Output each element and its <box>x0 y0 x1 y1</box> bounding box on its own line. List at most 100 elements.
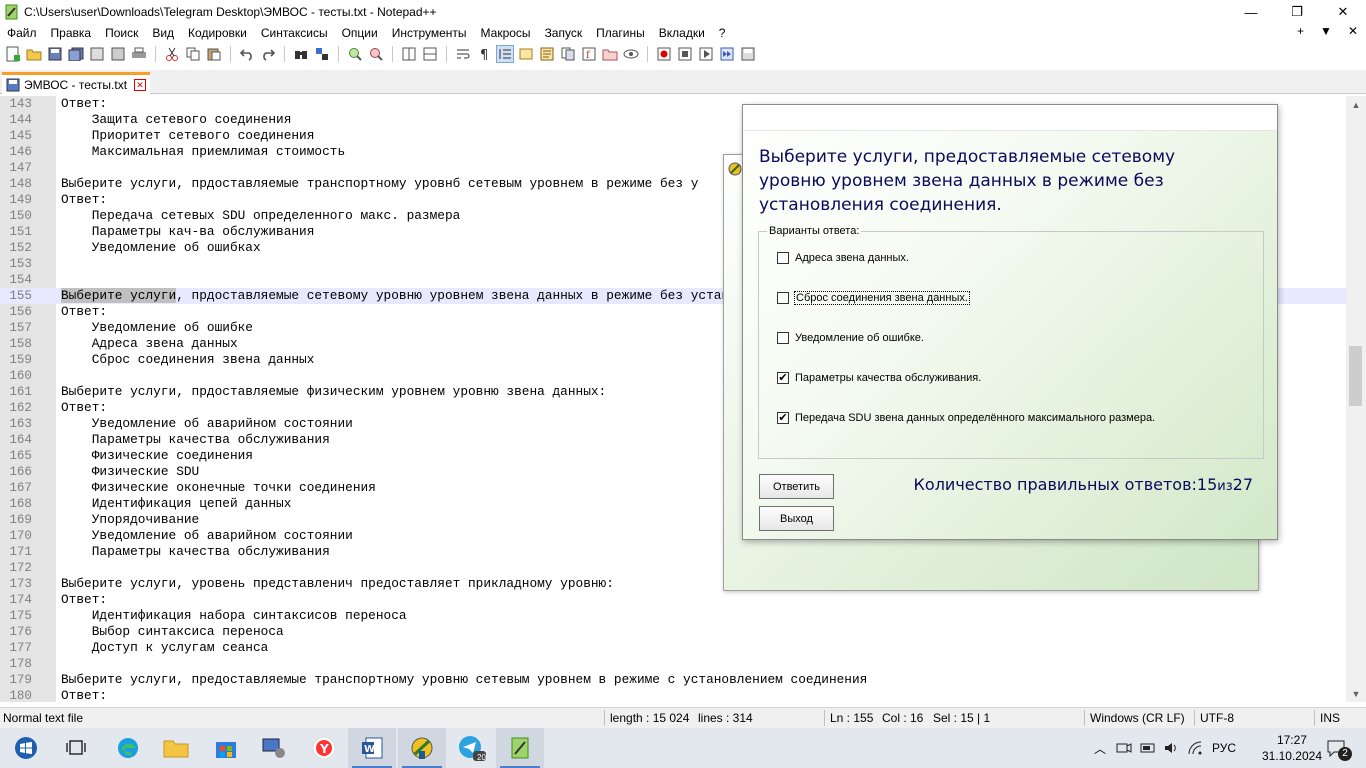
taskbar-edge[interactable] <box>104 728 152 768</box>
function-list-icon[interactable]: f <box>580 45 598 63</box>
play-macro-icon[interactable] <box>697 45 715 63</box>
menu-macro[interactable]: Макросы <box>474 26 538 40</box>
paste-icon[interactable] <box>205 45 223 63</box>
tab-emvos-tests[interactable]: ЭМВОС - тесты.txt ✕ <box>2 72 150 94</box>
option-2[interactable]: Сброс соединения звена данных. <box>777 291 970 305</box>
menu-plugins[interactable]: Плагины <box>589 26 652 40</box>
encoding[interactable]: UTF-8 <box>1200 711 1234 725</box>
option-checkbox[interactable] <box>777 292 789 304</box>
menu-settings[interactable]: Опции <box>335 26 385 40</box>
network-icon[interactable] <box>1188 741 1204 755</box>
taskbar-telegram[interactable]: 20 <box>448 728 496 768</box>
menu-edit[interactable]: Правка <box>44 26 99 40</box>
new-tab-button[interactable]: + <box>1297 24 1304 38</box>
system-tray: ︿ РУС <box>1094 728 1236 768</box>
taskbar-explorer[interactable] <box>152 728 200 768</box>
cut-icon[interactable] <box>163 45 181 63</box>
save-icon[interactable] <box>46 45 64 63</box>
scrollbar-thumb[interactable] <box>1349 346 1362 406</box>
start-button[interactable] <box>2 728 50 768</box>
undo-icon[interactable] <box>238 45 256 63</box>
tab-list-button[interactable]: ▼ <box>1320 24 1332 38</box>
stop-macro-icon[interactable] <box>676 45 694 63</box>
folder-workspace-icon[interactable] <box>601 45 619 63</box>
print-icon[interactable] <box>130 45 148 63</box>
input-language[interactable]: РУС <box>1212 741 1236 755</box>
menu-view[interactable]: Вид <box>145 26 181 40</box>
show-all-chars-icon[interactable]: ¶ <box>475 45 493 63</box>
show-hidden-icons[interactable]: ︿ <box>1094 740 1106 757</box>
answer-button[interactable]: Ответить <box>759 474 834 499</box>
menu-run[interactable]: Запуск <box>538 26 590 40</box>
editor-line[interactable]: 174 Ответ: <box>0 592 1346 608</box>
notification-center[interactable]: 2 <box>1326 728 1352 768</box>
sync-vertical-icon[interactable] <box>400 45 418 63</box>
editor-line[interactable]: 178 <box>0 656 1346 672</box>
menu-tools[interactable]: Инструменты <box>385 26 474 40</box>
copy-icon[interactable] <box>184 45 202 63</box>
new-file-icon[interactable] <box>4 45 22 63</box>
monitoring-icon[interactable] <box>622 45 640 63</box>
clock[interactable]: 17:27 31.10.2024 <box>1262 732 1322 764</box>
doc-list-icon[interactable] <box>559 45 577 63</box>
exit-button[interactable]: Выход <box>759 506 834 531</box>
sync-horizontal-icon[interactable] <box>421 45 439 63</box>
menu-help[interactable]: ? <box>712 26 733 40</box>
record-macro-icon[interactable] <box>655 45 673 63</box>
run-macro-multiple-icon[interactable] <box>718 45 736 63</box>
menu-window[interactable]: Вкладки <box>652 26 712 40</box>
word-wrap-icon[interactable] <box>454 45 472 63</box>
editor-line[interactable]: 180 Ответ: <box>0 688 1346 702</box>
option-checkbox[interactable] <box>777 332 789 344</box>
replace-icon[interactable] <box>313 45 331 63</box>
save-macro-icon[interactable] <box>739 45 757 63</box>
option-checkbox-checked[interactable]: ✔ <box>777 372 789 384</box>
taskbar-yandex[interactable]: Y <box>300 728 348 768</box>
taskbar-test-app[interactable] <box>398 728 446 768</box>
define-language-icon[interactable] <box>517 45 535 63</box>
taskbar-word[interactable]: W <box>348 728 396 768</box>
tab-close-icon[interactable]: ✕ <box>134 78 146 91</box>
redo-icon[interactable] <box>259 45 277 63</box>
open-file-icon[interactable] <box>25 45 43 63</box>
doc-map-icon[interactable] <box>538 45 556 63</box>
close-tab-button[interactable]: ✕ <box>1348 24 1358 38</box>
task-view-button[interactable] <box>52 728 100 768</box>
option-checkbox[interactable] <box>777 252 789 264</box>
eol-format[interactable]: Windows (CR LF) <box>1090 711 1185 725</box>
editor-line[interactable]: 177 Доступ к услугам сеанса <box>0 640 1346 656</box>
line-number: 171 <box>9 545 32 559</box>
battery-icon[interactable] <box>1140 741 1156 755</box>
volume-icon[interactable] <box>1164 741 1180 755</box>
indent-guide-icon[interactable] <box>496 45 514 63</box>
option-3[interactable]: Уведомление об ошибке. <box>777 332 924 344</box>
editor-line[interactable]: 175 Идентификация набора синтаксисов пер… <box>0 608 1346 624</box>
option-checkbox-checked[interactable]: ✔ <box>777 412 789 424</box>
find-icon[interactable] <box>292 45 310 63</box>
zoom-in-icon[interactable] <box>346 45 364 63</box>
close-file-icon[interactable] <box>88 45 106 63</box>
taskbar-notepadpp[interactable] <box>496 728 544 768</box>
option-1[interactable]: Адреса звена данных. <box>777 252 909 264</box>
taskbar-app[interactable] <box>250 728 298 768</box>
zoom-out-icon[interactable] <box>367 45 385 63</box>
taskbar-store[interactable] <box>202 728 250 768</box>
vertical-scrollbar[interactable]: ▲ ▼ <box>1346 96 1366 702</box>
menu-language[interactable]: Синтаксисы <box>254 26 335 40</box>
menu-file[interactable]: Файл <box>0 26 44 40</box>
option-4[interactable]: ✔ Параметры качества обслуживания. <box>777 372 981 384</box>
close-button[interactable]: ✕ <box>1320 0 1366 24</box>
meet-now-icon[interactable] <box>1116 741 1132 755</box>
close-all-icon[interactable] <box>109 45 127 63</box>
option-label: Сброс соединения звена данных. <box>794 291 970 305</box>
save-all-icon[interactable] <box>67 45 85 63</box>
editor-line[interactable]: 179 Выберите услуги, предоставляемые тран… <box>0 672 1346 688</box>
maximize-button[interactable]: ❐ <box>1274 0 1320 24</box>
menu-encoding[interactable]: Кодировки <box>181 26 254 40</box>
menu-search[interactable]: Поиск <box>98 26 145 40</box>
minimize-button[interactable]: — <box>1228 0 1274 24</box>
scroll-up-arrow-icon[interactable]: ▲ <box>1346 96 1366 113</box>
editor-line[interactable]: 176 Выбор синтаксиса переноса <box>0 624 1346 640</box>
scroll-down-arrow-icon[interactable]: ▼ <box>1346 685 1366 702</box>
option-5[interactable]: ✔ Передача SDU звена данных определённог… <box>777 412 1155 424</box>
